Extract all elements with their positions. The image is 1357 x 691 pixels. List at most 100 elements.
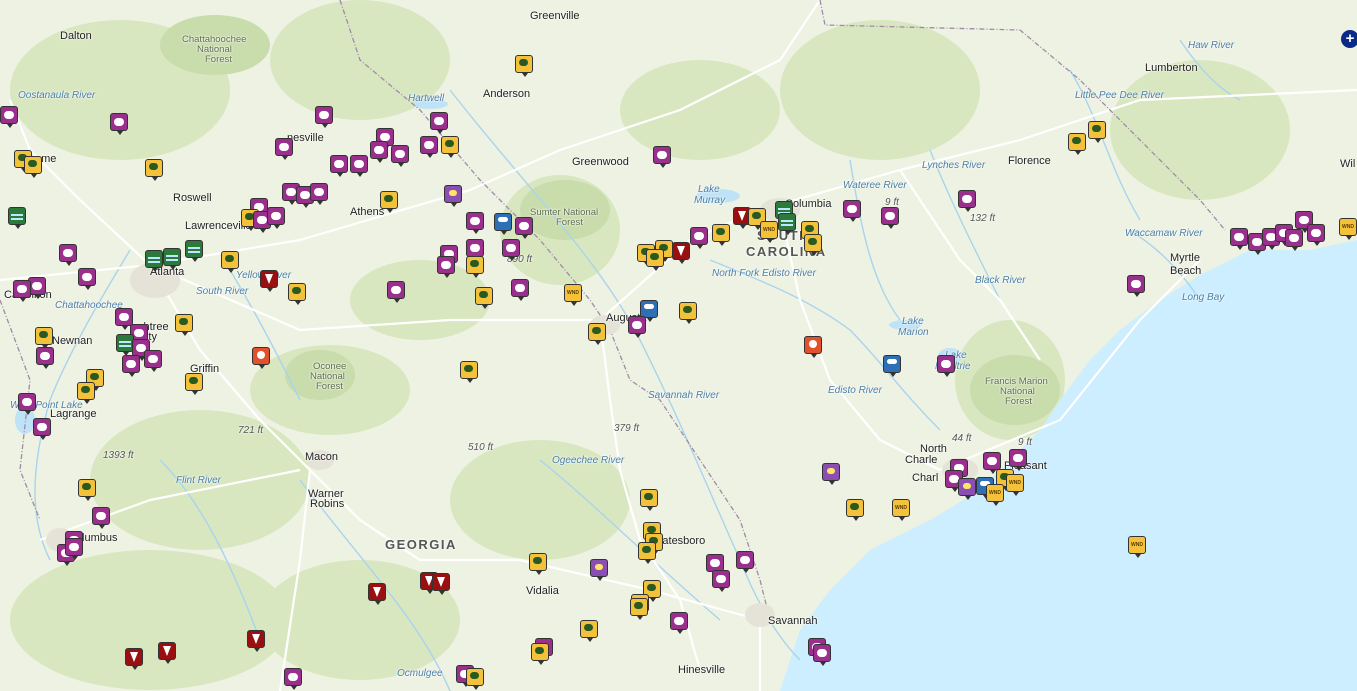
hail-report-marker[interactable] xyxy=(330,155,348,177)
hail-report-marker[interactable] xyxy=(387,281,405,303)
hail-report-marker[interactable] xyxy=(275,138,293,160)
hail-report-marker[interactable] xyxy=(430,112,448,134)
hail-report-marker[interactable] xyxy=(670,612,688,634)
tor-report-marker[interactable] xyxy=(247,630,265,652)
tree-report-marker[interactable] xyxy=(679,302,697,324)
hail-report-marker[interactable] xyxy=(59,244,77,266)
hail-report-marker[interactable] xyxy=(881,207,899,229)
tree-report-marker[interactable] xyxy=(175,314,193,336)
hail-report-marker[interactable] xyxy=(33,418,51,440)
hail-report-marker[interactable] xyxy=(370,141,388,163)
tree-report-marker[interactable] xyxy=(1068,133,1086,155)
hail-report-marker[interactable] xyxy=(502,239,520,261)
hail-report-marker[interactable] xyxy=(78,268,96,290)
rain-report-marker[interactable] xyxy=(494,213,512,235)
hail-report-marker[interactable] xyxy=(983,452,1001,474)
hail-report-marker[interactable] xyxy=(690,227,708,249)
hail-report-marker[interactable] xyxy=(36,347,54,369)
tree-report-marker[interactable] xyxy=(221,251,239,273)
tree-report-marker[interactable] xyxy=(630,598,648,620)
flood-report-marker[interactable] xyxy=(8,207,26,229)
hail-report-marker[interactable] xyxy=(13,280,31,302)
tree-report-marker[interactable] xyxy=(712,224,730,246)
warn-report-marker[interactable] xyxy=(804,336,822,358)
hail-report-marker[interactable] xyxy=(115,308,133,330)
tree-report-marker[interactable] xyxy=(580,620,598,642)
tor-report-marker[interactable] xyxy=(158,642,176,664)
tree-report-marker[interactable] xyxy=(638,542,656,564)
tree-report-marker[interactable] xyxy=(466,668,484,690)
tree-report-marker[interactable] xyxy=(460,361,478,383)
lightning-report-marker[interactable] xyxy=(822,463,840,485)
hail-report-marker[interactable] xyxy=(628,316,646,338)
wind-report-marker[interactable] xyxy=(1006,474,1024,496)
tree-report-marker[interactable] xyxy=(466,256,484,278)
tree-report-marker[interactable] xyxy=(646,249,664,271)
tree-report-marker[interactable] xyxy=(475,287,493,309)
hail-report-marker[interactable] xyxy=(122,355,140,377)
rain-report-marker[interactable] xyxy=(883,355,901,377)
hail-report-marker[interactable] xyxy=(437,256,455,278)
hail-report-marker[interactable] xyxy=(0,106,18,128)
hail-report-marker[interactable] xyxy=(65,538,83,560)
hail-report-marker[interactable] xyxy=(144,350,162,372)
tree-report-marker[interactable] xyxy=(288,283,306,305)
wind-report-marker[interactable] xyxy=(986,484,1004,506)
tor-report-marker[interactable] xyxy=(125,648,143,670)
lightning-report-marker[interactable] xyxy=(444,185,462,207)
hail-report-marker[interactable] xyxy=(92,507,110,529)
hail-report-marker[interactable] xyxy=(466,212,484,234)
hail-report-marker[interactable] xyxy=(18,393,36,415)
tree-report-marker[interactable] xyxy=(588,323,606,345)
map-canvas[interactable]: Greenville Dalton Anderson Lumberton Greenwo… xyxy=(0,0,1357,691)
tree-report-marker[interactable] xyxy=(441,136,459,158)
wind-report-marker[interactable] xyxy=(760,221,778,243)
tree-report-marker[interactable] xyxy=(145,159,163,181)
tree-report-marker[interactable] xyxy=(804,234,822,256)
hail-report-marker[interactable] xyxy=(937,355,955,377)
hail-report-marker[interactable] xyxy=(653,146,671,168)
hail-report-marker[interactable] xyxy=(350,155,368,177)
wind-report-marker[interactable] xyxy=(564,284,582,306)
tor-report-marker[interactable] xyxy=(432,573,450,595)
hail-report-marker[interactable] xyxy=(267,207,285,229)
hail-report-marker[interactable] xyxy=(1127,275,1145,297)
tree-report-marker[interactable] xyxy=(24,156,42,178)
lightning-report-marker[interactable] xyxy=(958,478,976,500)
tree-report-marker[interactable] xyxy=(531,643,549,665)
hail-report-marker[interactable] xyxy=(736,551,754,573)
hail-report-marker[interactable] xyxy=(843,200,861,222)
tree-report-marker[interactable] xyxy=(77,382,95,404)
hail-report-marker[interactable] xyxy=(110,113,128,135)
hail-report-marker[interactable] xyxy=(712,570,730,592)
lightning-report-marker[interactable] xyxy=(590,559,608,581)
flood-report-marker[interactable] xyxy=(185,240,203,262)
wind-report-marker[interactable] xyxy=(1339,218,1357,240)
tree-report-marker[interactable] xyxy=(1088,121,1106,143)
hail-report-marker[interactable] xyxy=(284,668,302,690)
hail-report-marker[interactable] xyxy=(315,106,333,128)
hail-report-marker[interactable] xyxy=(958,190,976,212)
hail-report-marker[interactable] xyxy=(310,183,328,205)
tree-report-marker[interactable] xyxy=(515,55,533,77)
tree-report-marker[interactable] xyxy=(529,553,547,575)
tree-report-marker[interactable] xyxy=(185,373,203,395)
tor-report-marker[interactable] xyxy=(672,242,690,264)
flood-report-marker[interactable] xyxy=(145,250,163,272)
tor-report-marker[interactable] xyxy=(260,270,278,292)
flood-report-marker[interactable] xyxy=(778,213,796,235)
hail-report-marker[interactable] xyxy=(511,279,529,301)
wind-report-marker[interactable] xyxy=(892,499,910,521)
hail-report-marker[interactable] xyxy=(1307,224,1325,246)
hail-report-marker[interactable] xyxy=(1009,449,1027,471)
hail-report-marker[interactable] xyxy=(1285,229,1303,251)
warn-report-marker[interactable] xyxy=(252,347,270,369)
hail-report-marker[interactable] xyxy=(466,239,484,261)
hail-report-marker[interactable] xyxy=(515,217,533,239)
hail-report-marker[interactable] xyxy=(813,644,831,666)
flood-report-marker[interactable] xyxy=(163,248,181,270)
tor-report-marker[interactable] xyxy=(368,583,386,605)
tree-report-marker[interactable] xyxy=(846,499,864,521)
tree-report-marker[interactable] xyxy=(380,191,398,213)
hail-report-marker[interactable] xyxy=(1230,228,1248,250)
